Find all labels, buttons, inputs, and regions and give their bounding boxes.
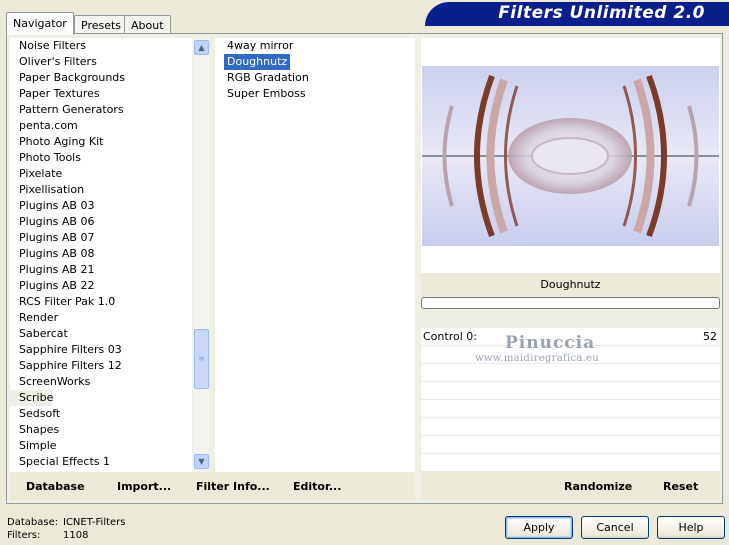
tab-presets[interactable]: Presets	[74, 15, 129, 34]
preview-image	[422, 66, 719, 246]
database-label: Database	[26, 480, 85, 493]
category-item[interactable]: Paper Backgrounds	[10, 70, 192, 86]
help-button[interactable]: Help	[657, 516, 725, 539]
chevron-down-icon: ▼	[198, 457, 205, 466]
category-item[interactable]: Simple	[10, 438, 192, 454]
import-label: Import...	[117, 480, 172, 493]
category-item[interactable]: ScreenWorks	[10, 374, 192, 390]
category-item[interactable]: Plugins AB 06	[10, 214, 192, 230]
preview-filter-name: Doughnutz	[421, 273, 720, 297]
scroll-up-button[interactable]: ▲	[194, 40, 209, 55]
filter-row[interactable]: RGB Gradation	[215, 70, 415, 86]
chevron-up-icon: ▲	[198, 43, 205, 52]
title-banner: Filters Unlimited 2.0	[425, 2, 729, 26]
randomize-label: Randomize	[564, 480, 633, 493]
filter-item[interactable]: 4way mirror	[215, 38, 415, 54]
filters-count-value: 1108	[63, 530, 89, 541]
category-item[interactable]: Plugins AB 07	[10, 230, 192, 246]
category-item[interactable]: Sabercat	[10, 326, 192, 342]
category-item[interactable]: Scribe	[10, 390, 53, 406]
category-item[interactable]: Plugins AB 08	[10, 246, 192, 262]
reset-button[interactable]: Reset	[663, 480, 698, 493]
category-item[interactable]: Pixellisation	[10, 182, 192, 198]
preview-action-bar: Randomize Reset	[421, 472, 720, 500]
filter-row[interactable]: Super Emboss	[215, 86, 415, 102]
control-row-empty	[421, 400, 720, 418]
category-items: Noise Filters Oliver's Filters Paper Backg…	[10, 38, 192, 470]
category-item[interactable]: penta.com	[10, 118, 192, 134]
filter-item[interactable]: Super Emboss	[215, 86, 415, 102]
category-item[interactable]: Plugins AB 22	[10, 278, 192, 294]
import-button[interactable]: Import...	[117, 480, 171, 493]
category-item[interactable]: Plugins AB 03	[10, 198, 192, 214]
category-item[interactable]: Oliver's Filters	[10, 54, 192, 70]
watermark-name: Pinuccia	[505, 333, 596, 353]
tab-about[interactable]: About	[124, 15, 171, 34]
filters-count-label: Filters:	[7, 530, 41, 541]
category-item[interactable]: Plugins AB 21	[10, 262, 192, 278]
filter-row[interactable]: 4way mirror	[215, 38, 415, 54]
control-row-empty	[421, 418, 720, 436]
category-item[interactable]: Paper Textures	[10, 86, 192, 102]
control-label: Control 0:	[423, 330, 477, 343]
category-item[interactable]: Sedsoft	[10, 406, 192, 422]
category-list[interactable]: Noise Filters Oliver's Filters Paper Backg…	[10, 38, 209, 472]
category-item[interactable]: Special Effects 1	[10, 454, 192, 470]
category-item[interactable]: Render	[10, 310, 192, 326]
scroll-thumb[interactable]: ≡	[194, 329, 209, 389]
progress-bar	[421, 297, 720, 309]
filter-items: 4way mirror Doughnutz RGB Gradation Super E…	[215, 38, 415, 102]
category-item[interactable]: Sapphire Filters 03	[10, 342, 192, 358]
database-status-label: Database:	[7, 517, 59, 528]
filter-list[interactable]: 4way mirror Doughnutz RGB Gradation Super E…	[215, 38, 415, 472]
category-item[interactable]: Sapphire Filters 12	[10, 358, 192, 374]
category-item[interactable]: Pixelate	[10, 166, 192, 182]
category-item[interactable]: Pattern Generators	[10, 102, 192, 118]
category-item[interactable]: Shapes	[10, 422, 192, 438]
database-button[interactable]: Database	[26, 480, 85, 493]
filter-item[interactable]: Doughnutz	[224, 54, 291, 70]
watermark-site: www.maidiregrafica.eu	[475, 353, 600, 364]
apply-button[interactable]: Apply	[505, 516, 573, 539]
app-title: Filters Unlimited 2.0	[498, 3, 705, 23]
preview-panel	[421, 38, 720, 273]
category-item[interactable]: Photo Aging Kit	[10, 134, 192, 150]
control-row-empty	[421, 436, 720, 454]
filter-row[interactable]: Doughnutz	[215, 54, 415, 70]
control-row-empty	[421, 454, 720, 472]
category-item[interactable]: Photo Tools	[10, 150, 192, 166]
category-item[interactable]: RCS Filter Pak 1.0	[10, 294, 192, 310]
filter-info-button[interactable]: Filter Info...	[196, 480, 270, 493]
list-action-bar: Database Import... Filter Info... Editor…	[10, 472, 415, 500]
grip-icon: ≡	[198, 354, 205, 363]
category-scrollbar[interactable]: ▲ ≡ ▼	[192, 38, 209, 472]
control-row-empty	[421, 382, 720, 400]
editor-button[interactable]: Editor...	[293, 480, 341, 493]
control-value: 52	[703, 330, 717, 343]
scroll-down-button[interactable]: ▼	[194, 454, 209, 469]
tab-navigator[interactable]: Navigator	[6, 12, 74, 35]
randomize-button[interactable]: Randomize	[564, 480, 632, 493]
control-row-empty	[421, 364, 720, 382]
status-info: Database: ICNET-Filters Filters: 1108	[7, 516, 126, 542]
filter-info-label: Filter Info...	[196, 480, 270, 493]
category-item[interactable]: Noise Filters	[10, 38, 192, 54]
database-status-value: ICNET-Filters	[63, 517, 126, 528]
filter-item[interactable]: RGB Gradation	[215, 70, 415, 86]
cancel-button[interactable]: Cancel	[581, 516, 649, 539]
editor-label: Editor...	[293, 480, 342, 493]
reset-label: Reset	[663, 480, 699, 493]
